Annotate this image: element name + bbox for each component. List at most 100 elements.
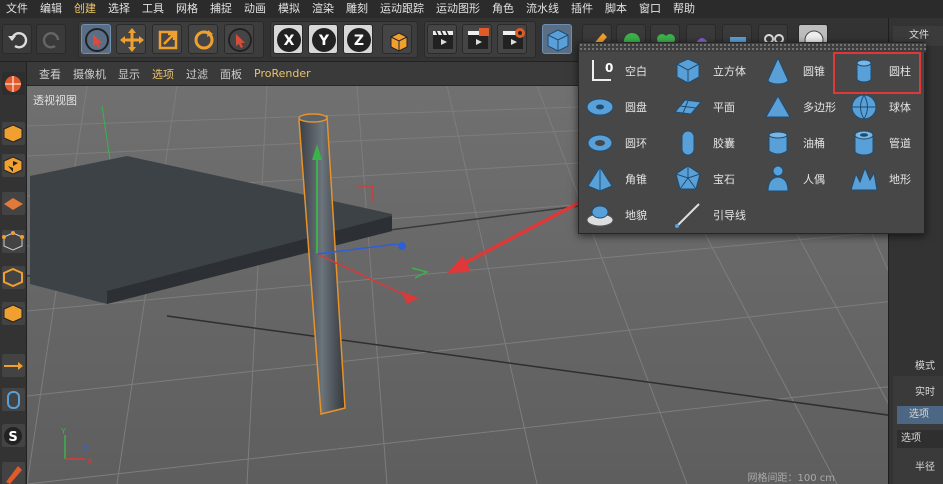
menu-select[interactable]: 选择 xyxy=(102,0,136,18)
primitive-capsule[interactable]: 胶囊 xyxy=(671,126,735,160)
svg-text:Z: Z xyxy=(83,445,89,454)
cube-icon xyxy=(676,58,700,84)
menu-snap[interactable]: 捕捉 xyxy=(204,0,238,18)
realtime-selector[interactable]: 实时 xyxy=(893,384,943,402)
make-editable-button[interactable] xyxy=(2,72,25,95)
cube-icon xyxy=(547,29,569,52)
menu-window[interactable]: 窗口 xyxy=(633,0,667,18)
primitive-landscape[interactable]: 地形 xyxy=(847,162,911,196)
model-mode-button[interactable] xyxy=(2,122,25,145)
menu-file[interactable]: 文件 xyxy=(0,0,34,18)
svg-text:0: 0 xyxy=(605,61,613,75)
texture-mode-button[interactable] xyxy=(2,154,25,177)
edges-mode-button[interactable] xyxy=(2,266,25,289)
z-axis-icon: Z xyxy=(347,28,371,52)
menu-mesh[interactable]: 网格 xyxy=(170,0,204,18)
undo-button[interactable] xyxy=(2,24,32,54)
workplane-button[interactable] xyxy=(2,192,25,215)
menu-create[interactable]: 创建 xyxy=(68,0,102,18)
menu-plugins[interactable]: 插件 xyxy=(565,0,599,18)
menu-mograph[interactable]: 运动图形 xyxy=(430,0,486,18)
redo-button[interactable] xyxy=(36,24,66,54)
viewport-menu-cameras[interactable]: 摄像机 xyxy=(67,66,112,82)
viewport-menu-filter[interactable]: 过滤 xyxy=(180,66,214,82)
primitive-sphere[interactable]: 球体 xyxy=(847,90,911,124)
platonic-icon xyxy=(675,165,701,190)
primitive-guide[interactable]: 引导线 xyxy=(671,198,746,232)
menu-render[interactable]: 渲染 xyxy=(306,0,340,18)
menu-edit[interactable]: 编辑 xyxy=(34,0,68,18)
primitive-disc[interactable]: 圆盘 xyxy=(583,90,647,124)
sphere-icon xyxy=(851,94,877,120)
primitive-plane[interactable]: 平面 xyxy=(671,90,735,124)
render-picture-viewer-button[interactable] xyxy=(462,24,492,54)
primitive-figure[interactable]: 人偶 xyxy=(761,162,825,196)
clapper-gear-icon xyxy=(503,28,525,49)
menu-animate[interactable]: 动画 xyxy=(238,0,272,18)
primitive-torus[interactable]: 圆环 xyxy=(583,126,647,160)
recent-tool-button[interactable] xyxy=(224,24,254,54)
menu-pipeline[interactable]: 流水线 xyxy=(520,0,565,18)
menu-sculpt[interactable]: 雕刻 xyxy=(340,0,374,18)
render-settings-button[interactable] xyxy=(497,24,527,54)
move-icon xyxy=(120,28,144,52)
primitive-oil-tank[interactable]: 油桶 xyxy=(761,126,825,160)
mouse-icon xyxy=(7,391,20,409)
primitive-platonic[interactable]: 宝石 xyxy=(671,162,735,196)
mode-tab[interactable]: 模式 xyxy=(893,358,943,376)
svg-text:Y: Y xyxy=(318,33,330,49)
create-cube-button[interactable] xyxy=(542,24,572,54)
svg-text:Y: Y xyxy=(60,427,66,436)
oil-tank-icon xyxy=(768,131,788,155)
live-select-button[interactable] xyxy=(81,24,111,54)
palette-grip[interactable] xyxy=(579,43,926,52)
pencil-icon xyxy=(6,466,22,484)
primitive-polygon[interactable]: 多边形 xyxy=(761,90,836,124)
viewport-menu-view[interactable]: 查看 xyxy=(33,66,67,82)
viewport-menu-prorender[interactable]: ProRender xyxy=(248,67,317,80)
y-axis-icon: Y xyxy=(312,28,336,52)
primitive-cone[interactable]: 圆锥 xyxy=(761,54,825,88)
tube-icon xyxy=(854,130,874,156)
select-tab-button[interactable]: 选项 xyxy=(897,406,943,424)
primitive-cube[interactable]: 立方体 xyxy=(671,54,746,88)
left-toolbar: S xyxy=(0,62,27,484)
menu-tools[interactable]: 工具 xyxy=(136,0,170,18)
coordinate-system-button[interactable] xyxy=(382,24,412,54)
polygon-icon xyxy=(765,94,791,118)
move-button[interactable] xyxy=(116,24,146,54)
menu-help[interactable]: 帮助 xyxy=(667,0,701,18)
polygons-mode-button[interactable] xyxy=(2,302,25,325)
clapper-picture-icon xyxy=(468,28,489,49)
locked-workplane-button[interactable] xyxy=(2,462,25,484)
snap-button[interactable]: S xyxy=(2,424,25,447)
primitive-pyramid[interactable]: 角锥 xyxy=(583,162,647,196)
menu-script[interactable]: 脚本 xyxy=(599,0,633,18)
undo-icon xyxy=(8,32,28,49)
capsule-icon xyxy=(681,130,695,156)
menu-simulate[interactable]: 模拟 xyxy=(272,0,306,18)
render-view-button[interactable] xyxy=(427,24,457,54)
viewport-menu-options[interactable]: 选项 xyxy=(146,66,180,82)
points-mode-button[interactable] xyxy=(2,230,25,253)
y-axis-button[interactable]: Y xyxy=(308,24,338,54)
select-arrow-icon xyxy=(228,28,252,52)
primitive-null[interactable]: 0 空白 xyxy=(583,54,647,88)
x-axis-icon: X xyxy=(277,28,301,52)
viewport-menu-panel[interactable]: 面板 xyxy=(214,66,248,82)
axis-mode-button[interactable] xyxy=(2,354,25,377)
z-axis-button[interactable]: Z xyxy=(343,24,373,54)
rotate-icon xyxy=(194,30,214,50)
scale-button[interactable] xyxy=(152,24,182,54)
viewport-menu-display[interactable]: 显示 xyxy=(112,66,146,82)
menu-character[interactable]: 角色 xyxy=(486,0,520,18)
rotate-button[interactable] xyxy=(188,24,218,54)
points-icon xyxy=(2,231,24,251)
x-axis-button[interactable]: X xyxy=(273,24,303,54)
primitive-relief[interactable]: 地貌 xyxy=(583,198,647,232)
menu-motion-tracking[interactable]: 运动跟踪 xyxy=(374,0,430,18)
tweak-mode-button[interactable] xyxy=(2,388,25,411)
null-object-icon: 0 xyxy=(592,60,613,81)
primitive-tube[interactable]: 管道 xyxy=(847,126,911,160)
attributes-panel: 模式 实时 选项 选项 半径 xyxy=(893,358,943,484)
